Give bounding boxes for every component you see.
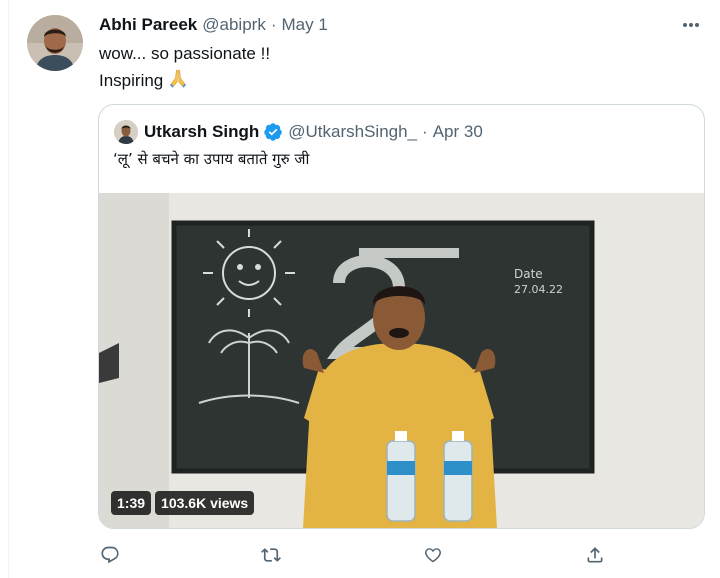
author-avatar[interactable] bbox=[27, 15, 83, 71]
tweet-text-line-1: wow... so passionate !! bbox=[99, 44, 271, 63]
quoted-author-name[interactable]: Utkarsh Singh bbox=[144, 122, 259, 142]
video-player[interactable]: Date 27.04.22 1:39 103.6K views bbox=[99, 193, 704, 528]
quoted-tweet-text: ‘लू’ से बचने का उपाय बताते गुरु जी bbox=[113, 150, 310, 168]
quoted-header-separator: · bbox=[422, 122, 428, 141]
quoted-author-handle[interactable]: @UtkarshSingh_ bbox=[288, 122, 417, 142]
quoted-tweet-date[interactable]: Apr 30 bbox=[433, 122, 483, 142]
tweet-actions-bar bbox=[0, 540, 720, 570]
reply-icon[interactable] bbox=[98, 543, 122, 567]
quoted-tweet[interactable]: Utkarsh Singh @UtkarshSingh_ · Apr 30 ‘ल… bbox=[98, 104, 705, 529]
video-frame: Date 27.04.22 bbox=[99, 193, 704, 528]
video-views: 103.6K views bbox=[155, 491, 255, 515]
quoted-tweet-header: Utkarsh Singh @UtkarshSingh_ · Apr 30 bbox=[144, 120, 483, 144]
like-icon[interactable] bbox=[421, 543, 445, 567]
quoted-author-avatar[interactable] bbox=[114, 120, 138, 144]
author-name[interactable]: Abhi Pareek bbox=[99, 15, 197, 35]
share-icon[interactable] bbox=[583, 543, 607, 567]
header-separator: · bbox=[270, 15, 277, 34]
retweet-icon[interactable] bbox=[259, 543, 283, 567]
author-handle[interactable]: @abiprk bbox=[202, 15, 266, 35]
more-options-icon[interactable] bbox=[680, 16, 702, 34]
svg-text:Date: Date bbox=[514, 267, 543, 281]
folded-hands-icon bbox=[168, 68, 188, 93]
tweet-header: Abhi Pareek @abiprk · May 1 bbox=[99, 14, 328, 36]
timeline-divider bbox=[8, 0, 9, 578]
tweet-text-inspiring: Inspiring bbox=[99, 71, 164, 90]
verified-badge-icon bbox=[263, 122, 283, 142]
video-duration: 1:39 bbox=[111, 491, 152, 515]
video-info-badge: 1:39 103.6K views bbox=[111, 491, 255, 515]
tweet-text-line-2: Inspiring bbox=[99, 68, 188, 93]
svg-text:27.04.22: 27.04.22 bbox=[514, 283, 563, 296]
tweet-card[interactable]: Abhi Pareek @abiprk · May 1 wow... so pa… bbox=[0, 0, 720, 578]
tweet-date[interactable]: May 1 bbox=[282, 15, 328, 35]
